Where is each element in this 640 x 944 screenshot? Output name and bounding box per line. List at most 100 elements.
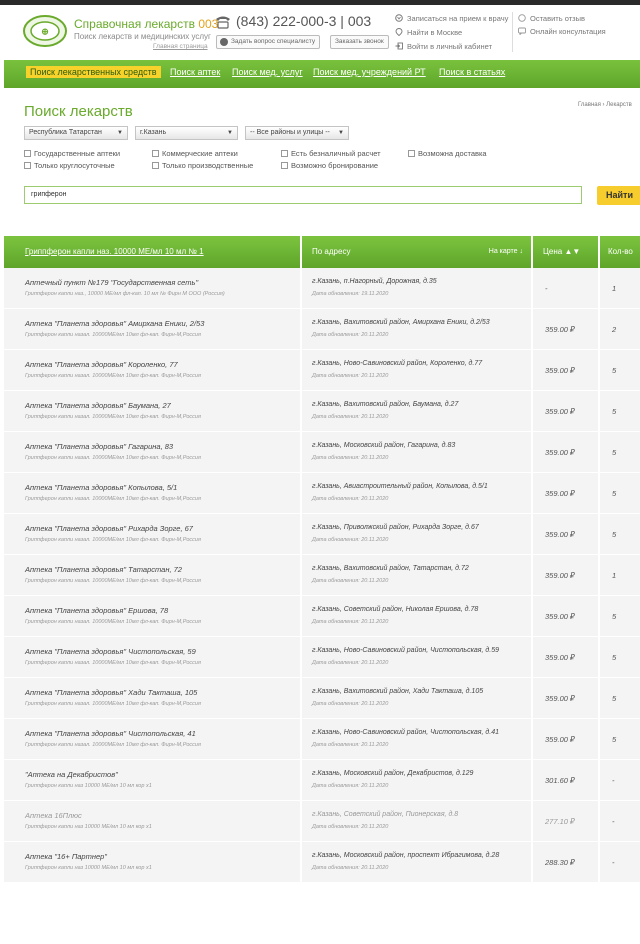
nav-pharmacy-search[interactable]: Поиск аптек	[170, 67, 220, 77]
breadcrumb[interactable]: Главная › Лекарств	[578, 102, 632, 108]
price-cell: 359.00 ₽	[533, 637, 598, 677]
pharmacy-name[interactable]: Аптека "Планета здоровья" Баумана, 27	[25, 401, 171, 410]
pharmacy-name[interactable]: Аптека "Планета здоровья" Чистопольская,…	[25, 647, 196, 656]
city-select[interactable]: г.Казань ▼	[135, 126, 238, 140]
table-row[interactable]: Аптека "Планета здоровья" Амирхана Еники…	[4, 309, 640, 349]
on-map-link[interactable]: На карте ↓	[489, 236, 523, 268]
checkbox-box[interactable]	[281, 162, 288, 169]
table-row[interactable]: Аптека "Планета здоровья" Чистопольская,…	[4, 719, 640, 759]
home-link[interactable]: Главная страница	[153, 43, 208, 50]
checkbox-box[interactable]	[281, 150, 288, 157]
checkbox-box[interactable]	[24, 162, 31, 169]
nav-article-search[interactable]: Поиск в статьях	[439, 67, 505, 77]
table-row[interactable]: Аптека "Планета здоровья" Копылова, 5/1 Г…	[4, 473, 640, 513]
table-row[interactable]: "Аптека на Декабристов" Гриппферон капли …	[4, 760, 640, 800]
login-cabinet-link[interactable]: Войти в личный кабинет	[395, 42, 492, 51]
pharmacy-name[interactable]: Аптека "Планета здоровья" Гагарина, 83	[25, 442, 173, 451]
pharmacy-name[interactable]: Аптека "Планета здоровья" Амирхана Еники…	[25, 319, 204, 328]
product-header-link[interactable]: Гриппферон капли наз. 10000 МЕ/мл 10 мл …	[4, 236, 300, 268]
table-row[interactable]: Аптека "Планета здоровья" Ершова, 78 Грип…	[4, 596, 640, 636]
nav-med-services[interactable]: Поиск мед. услуг	[232, 67, 303, 77]
price-cell: -	[533, 268, 598, 308]
price-value: 277.10 ₽	[545, 817, 575, 826]
pharmacy-address: г.Казань, Московский район, проспект Ибр…	[312, 852, 500, 859]
quantity-value: 5	[612, 448, 617, 457]
find-in-moscow-link[interactable]: Найти в Москве	[395, 28, 462, 37]
pharmacy-cell: Аптека "Планета здоровья" Чистопольская,…	[4, 719, 300, 759]
ask-specialist-label: Задать вопрос специалисту	[231, 38, 316, 45]
price-cell: 359.00 ₽	[533, 555, 598, 595]
checkbox-booking[interactable]: Возможно бронирование	[281, 161, 378, 170]
table-row[interactable]: Аптека "Планета здоровья" Баумана, 27 Гри…	[4, 391, 640, 431]
pharmacy-name[interactable]: Аптека "Планета здоровья" Рихарда Зорге,…	[25, 524, 193, 533]
logo-icon[interactable]: ⊕	[22, 14, 68, 48]
pharmacy-name[interactable]: "Аптека на Декабристов"	[25, 770, 118, 779]
checkbox-box[interactable]	[152, 150, 159, 157]
doctor-appointment-label: Записаться на прием к врачу	[407, 14, 509, 23]
quantity-cell: -	[600, 760, 640, 800]
checkbox-delivery[interactable]: Возможна доставка	[408, 149, 487, 158]
price-cell: 359.00 ₽	[533, 350, 598, 390]
price-value: 359.00 ₽	[545, 448, 575, 457]
quantity-value: 1	[612, 571, 617, 580]
doctor-appointment-link[interactable]: Записаться на прием к врачу	[395, 14, 508, 23]
address-cell: г.Казань, Советский район, Пионерская, д…	[302, 801, 531, 841]
checkbox-box[interactable]	[152, 162, 159, 169]
pharmacy-name[interactable]: Аптека "Планета здоровья" Татарстан, 72	[25, 565, 182, 574]
update-date: Дата обновления: 20.11.2020	[312, 824, 389, 830]
checkbox-box[interactable]	[408, 150, 415, 157]
checkbox-24h[interactable]: Только круглосуточные	[24, 161, 115, 170]
product-description: Гриппферон капли назал. 10000МЕ/мл 10мл …	[25, 619, 201, 625]
search-button[interactable]: Найти	[597, 186, 640, 205]
pharmacy-address: г.Казань, Ново-Савиновский район, Короле…	[312, 360, 483, 367]
checkbox-cashless[interactable]: Есть безналичный расчет	[281, 149, 381, 158]
update-date: Дата обновления: 20.11.2020	[312, 783, 389, 789]
pharmacy-name[interactable]: Аптека "Планета здоровья" Копылова, 5/1	[25, 483, 177, 492]
pharmacy-cell: Аптека "Планета здоровья" Амирхана Еники…	[4, 309, 300, 349]
product-description: Гриппферон капли назал. 10000МЕ/мл 10мл …	[25, 496, 201, 502]
table-row[interactable]: Аптека "Планета здоровья" Рихарда Зорге,…	[4, 514, 640, 554]
table-row[interactable]: Аптека "Планета здоровья" Хади Такташа, …	[4, 678, 640, 718]
table-row[interactable]: Аптека "Планета здоровья" Чистопольская,…	[4, 637, 640, 677]
address-header-label: По адресу	[312, 247, 351, 256]
pharmacy-address: г.Казань, Вахитовский район, Хади Такташ…	[312, 688, 484, 695]
checkbox-label: Есть безналичный расчет	[291, 149, 381, 158]
leave-review-link[interactable]: Оставить отзыв	[518, 14, 585, 23]
checkbox-box[interactable]	[24, 150, 31, 157]
pharmacy-address: г.Казань, Вахитовский район, Татарстан, …	[312, 565, 469, 572]
pharmacy-address: г.Казань, Московский район, Гагарина, д.…	[312, 442, 456, 449]
pharmacy-name[interactable]: Аптека "Планета здоровья" Хади Такташа, …	[25, 688, 197, 697]
pharmacy-name[interactable]: Аптека "Планета здоровья" Чистопольская,…	[25, 729, 196, 738]
product-description: Гриппферон капли назал. 10000МЕ/мл 10мл …	[25, 537, 201, 543]
search-input[interactable]: грипферон	[24, 186, 582, 204]
price-value: 359.00 ₽	[545, 366, 575, 375]
pharmacy-name[interactable]: Аптека "Планета здоровья" Короленко, 77	[25, 360, 178, 369]
update-date: Дата обновления: 20.11.2020	[312, 455, 389, 461]
chat-icon	[518, 27, 526, 35]
checkbox-state-pharmacies[interactable]: Государственные аптеки	[24, 149, 120, 158]
nav-med-institutions[interactable]: Поиск мед. учреждений РТ	[313, 67, 426, 77]
price-value: 359.00 ₽	[545, 530, 575, 539]
table-row[interactable]: Аптека 16Плюс Гриппферон капли наз 10000 …	[4, 801, 640, 841]
table-row[interactable]: Аптека "16+ Партнер" Гриппферон капли наз…	[4, 842, 640, 882]
district-select[interactable]: -- Все районы и улицы -- ▼	[245, 126, 349, 140]
nav-drug-search[interactable]: Поиск лекарственных средств	[26, 66, 161, 78]
pharmacy-name[interactable]: Аптека 16Плюс	[25, 811, 82, 820]
price-sort-header[interactable]: Цена ▲▼	[533, 236, 598, 268]
ask-specialist-button[interactable]: Задать вопрос специалисту	[216, 35, 321, 49]
checkbox-commercial-pharmacies[interactable]: Коммерческие аптеки	[152, 149, 238, 158]
header-divider	[512, 12, 513, 52]
site-header: ⊕ Справочная лекарств 003 Поиск лекарств…	[0, 5, 640, 60]
checkbox-production[interactable]: Только производственные	[152, 161, 253, 170]
region-select[interactable]: Республика Татарстан ▼	[24, 126, 128, 140]
update-date: Дата обновления: 20.11.2020	[312, 619, 389, 625]
order-call-button[interactable]: Заказать звонок	[330, 35, 389, 49]
table-row[interactable]: Аптечный пункт №179 "Государственная сет…	[4, 268, 640, 308]
pharmacy-name[interactable]: Аптечный пункт №179 "Государственная сет…	[25, 278, 198, 287]
pharmacy-name[interactable]: Аптека "Планета здоровья" Ершова, 78	[25, 606, 168, 615]
online-consult-link[interactable]: Онлайн консультация	[518, 27, 606, 36]
table-row[interactable]: Аптека "Планета здоровья" Татарстан, 72 Г…	[4, 555, 640, 595]
table-row[interactable]: Аптека "Планета здоровья" Короленко, 77 Г…	[4, 350, 640, 390]
pharmacy-name[interactable]: Аптека "16+ Партнер"	[25, 852, 107, 861]
table-row[interactable]: Аптека "Планета здоровья" Гагарина, 83 Гр…	[4, 432, 640, 472]
